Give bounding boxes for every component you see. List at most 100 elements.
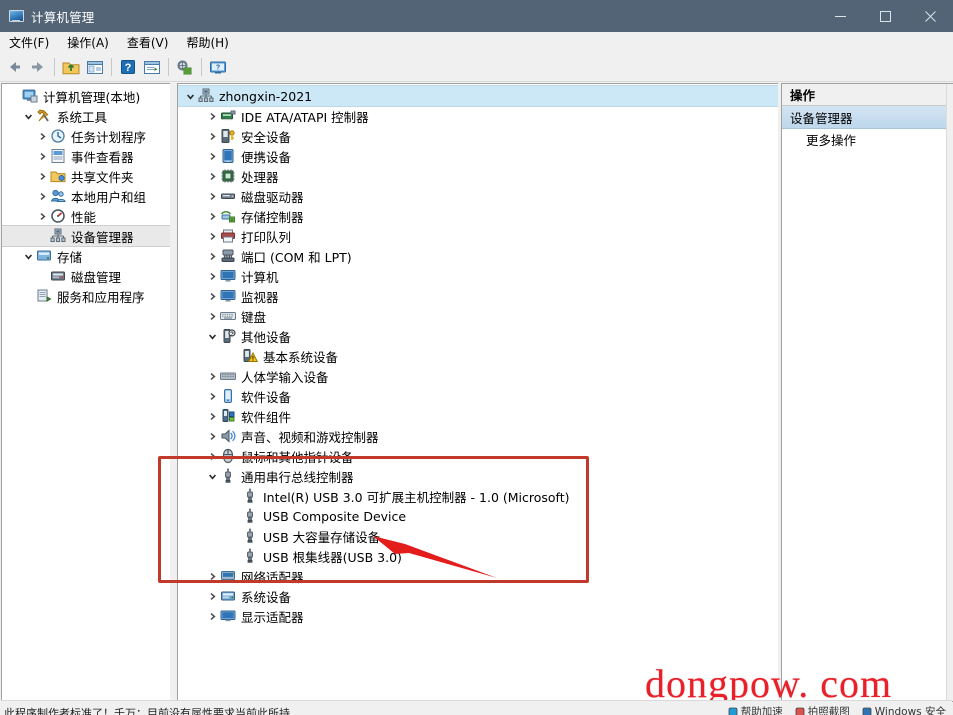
- tree-item-1[interactable]: IDE ATA/ATAPI 控制器: [178, 106, 778, 126]
- menu-view[interactable]: 查看(V): [118, 32, 178, 54]
- chevron-right-icon[interactable]: [204, 286, 220, 306]
- tree-item-6[interactable]: 存储控制器: [178, 206, 778, 226]
- actions-pane-scrollbar[interactable]: [946, 84, 953, 701]
- chevron-right-icon[interactable]: [204, 386, 220, 406]
- chevron-right-icon[interactable]: [204, 146, 220, 166]
- tree-item-4[interactable]: 处理器: [178, 166, 778, 186]
- tree-item-8[interactable]: 端口 (COM 和 LPT): [178, 246, 778, 266]
- forward-button[interactable]: [26, 55, 50, 79]
- chevron-right-icon[interactable]: [204, 426, 220, 446]
- tree-item-22[interactable]: USB 大容量存储设备: [178, 526, 778, 546]
- chevron-down-icon[interactable]: [20, 106, 36, 126]
- tree-item-15[interactable]: 软件设备: [178, 386, 778, 406]
- tree-item-9[interactable]: 磁盘管理: [2, 266, 170, 286]
- chevron-right-icon[interactable]: [204, 306, 220, 326]
- keyboard-icon: [220, 308, 237, 324]
- chevron-right-icon[interactable]: [204, 586, 220, 606]
- tree-item-11[interactable]: 键盘: [178, 306, 778, 326]
- title-bar: 计算机管理: [0, 0, 953, 32]
- scan-hardware-changes-button[interactable]: [173, 55, 197, 79]
- tree-item-label: 软件组件: [241, 409, 292, 425]
- tree-item-24[interactable]: 网络适配器: [178, 566, 778, 586]
- tree-item-label: 存储: [57, 249, 83, 265]
- tree-item-10[interactable]: 服务和应用程序: [2, 286, 170, 306]
- chevron-right-icon[interactable]: [34, 126, 50, 146]
- splitter-left[interactable]: [170, 83, 177, 700]
- chevron-right-icon[interactable]: [204, 106, 220, 126]
- tree-item-20[interactable]: Intel(R) USB 3.0 可扩展主机控制器 - 1.0 (Microso…: [178, 486, 778, 506]
- chevron-right-icon[interactable]: [204, 406, 220, 426]
- tree-item-4[interactable]: 共享文件夹: [2, 166, 170, 186]
- tree-item-13[interactable]: ! 基本系统设备: [178, 346, 778, 366]
- tree-item-21[interactable]: USB Composite Device: [178, 506, 778, 526]
- tree-item-14[interactable]: 人体学输入设备: [178, 366, 778, 386]
- back-button[interactable]: [2, 55, 26, 79]
- tree-item-5[interactable]: 磁盘驱动器: [178, 186, 778, 206]
- usb-controller-icon: [220, 468, 237, 484]
- actions-pane[interactable]: 操作 设备管理器 更多操作: [781, 83, 953, 702]
- tree-item-23[interactable]: USB 根集线器(USB 3.0): [178, 546, 778, 566]
- chevron-right-icon[interactable]: [204, 126, 220, 146]
- maximize-button[interactable]: [863, 0, 908, 32]
- tray-rocket-icon[interactable]: 帮助加速: [728, 704, 783, 715]
- chevron-down-icon[interactable]: [204, 326, 220, 346]
- tree-item-19[interactable]: 通用串行总线控制器: [178, 466, 778, 486]
- show-console-button[interactable]: ?: [206, 55, 230, 79]
- tree-item-7[interactable]: 设备管理器: [2, 225, 170, 247]
- tree-item-3[interactable]: 事件查看器: [2, 146, 170, 166]
- tree-item-7[interactable]: 打印队列: [178, 226, 778, 246]
- chevron-down-icon[interactable]: [20, 246, 36, 266]
- chevron-right-icon[interactable]: [204, 566, 220, 586]
- chevron-right-icon[interactable]: [34, 166, 50, 186]
- tray-camera-icon[interactable]: 拍照截图: [795, 704, 850, 715]
- software-component-icon: [220, 408, 237, 424]
- chevron-right-icon[interactable]: [34, 146, 50, 166]
- tree-item-12[interactable]: ? 其他设备: [178, 326, 778, 346]
- chevron-right-icon[interactable]: [204, 366, 220, 386]
- console-tree-pane[interactable]: 计算机管理(本地) 系统工具 任务计划程序 事件查看器 共享文件夹 本地用户和组 性能 设备管…: [1, 83, 171, 702]
- tray-shield-icon[interactable]: Windows 安全: [862, 704, 946, 715]
- tree-item-6[interactable]: 性能: [2, 206, 170, 226]
- device-tree-pane[interactable]: zhongxin-2021 IDE ATA/ATAPI 控制器 安全设备 便携设备 处理…: [177, 83, 779, 702]
- tree-item-10[interactable]: 监视器: [178, 286, 778, 306]
- more-actions-item[interactable]: 更多操作: [782, 129, 953, 149]
- tree-item-3[interactable]: 便携设备: [178, 146, 778, 166]
- chevron-right-icon[interactable]: [204, 446, 220, 466]
- chevron-right-icon[interactable]: [204, 606, 220, 626]
- actions-section-device-manager[interactable]: 设备管理器: [782, 106, 953, 129]
- chevron-right-icon[interactable]: [204, 246, 220, 266]
- tree-item-2[interactable]: 安全设备: [178, 126, 778, 146]
- tree-item-25[interactable]: 系统设备: [178, 586, 778, 606]
- menu-action[interactable]: 操作(A): [58, 32, 118, 54]
- tree-item-0[interactable]: zhongxin-2021: [178, 85, 778, 107]
- chevron-down-icon[interactable]: [182, 86, 198, 106]
- tree-item-18[interactable]: 鼠标和其他指针设备: [178, 446, 778, 466]
- properties-button[interactable]: [140, 55, 164, 79]
- tree-item-2[interactable]: 任务计划程序: [2, 126, 170, 146]
- tree-item-5[interactable]: 本地用户和组: [2, 186, 170, 206]
- tree-item-label: zhongxin-2021: [219, 88, 313, 104]
- close-button[interactable]: [908, 0, 953, 32]
- tree-item-17[interactable]: 声音、视频和游戏控制器: [178, 426, 778, 446]
- menu-file[interactable]: 文件(F): [0, 32, 58, 54]
- chevron-right-icon[interactable]: [204, 166, 220, 186]
- chevron-right-icon[interactable]: [204, 266, 220, 286]
- chevron-right-icon[interactable]: [34, 206, 50, 226]
- help-button[interactable]: ?: [116, 55, 140, 79]
- up-one-level-button[interactable]: [59, 55, 83, 79]
- tree-item-26[interactable]: 显示适配器: [178, 606, 778, 626]
- chevron-right-icon[interactable]: [204, 186, 220, 206]
- chevron-right-icon[interactable]: [34, 186, 50, 206]
- chevron-right-icon[interactable]: [204, 226, 220, 246]
- minimize-button[interactable]: [818, 0, 863, 32]
- show-hide-tree-button[interactable]: [83, 55, 107, 79]
- menu-help[interactable]: 帮助(H): [177, 32, 237, 54]
- tree-item-1[interactable]: 系统工具: [2, 106, 170, 126]
- chevron-right-icon[interactable]: [204, 206, 220, 226]
- tree-item-16[interactable]: 软件组件: [178, 406, 778, 426]
- chevron-down-icon[interactable]: [204, 466, 220, 486]
- tree-item-0[interactable]: 计算机管理(本地): [2, 86, 170, 106]
- hid-icon: [220, 368, 237, 384]
- tree-item-9[interactable]: 计算机: [178, 266, 778, 286]
- tree-item-8[interactable]: 存储: [2, 246, 170, 266]
